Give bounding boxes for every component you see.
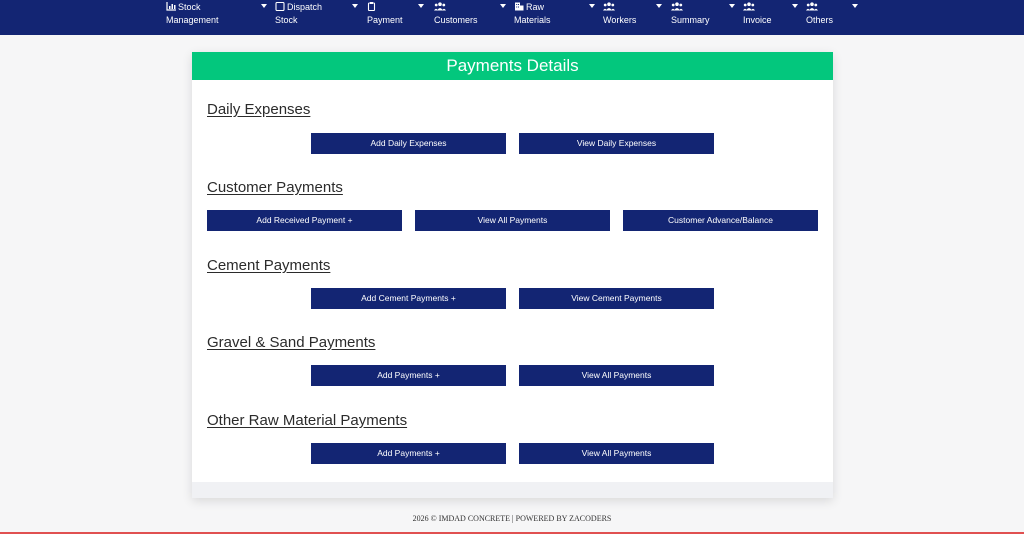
chevron-down-icon[interactable] bbox=[500, 4, 506, 8]
view-daily-expenses-button[interactable]: View Daily Expenses bbox=[519, 133, 714, 154]
add-daily-expenses-button[interactable]: Add Daily Expenses bbox=[311, 133, 506, 154]
payments-details-card: Payments Details Daily Expenses Add Dail… bbox=[192, 52, 833, 498]
add-received-payment-button[interactable]: Add Received Payment + bbox=[207, 210, 402, 231]
chevron-down-icon[interactable] bbox=[729, 4, 735, 8]
top-navbar: Stock Management Dispatch Stock Payment … bbox=[0, 0, 1024, 35]
section-title-customer-payments: Customer Payments bbox=[207, 179, 343, 196]
chevron-down-icon[interactable] bbox=[852, 4, 858, 8]
nav-label-line2: Workers bbox=[603, 15, 637, 25]
users-icon bbox=[671, 2, 683, 11]
chevron-down-icon[interactable] bbox=[792, 4, 798, 8]
card-footer-strip bbox=[192, 482, 833, 498]
section-title-other-raw-material-payments: Other Raw Material Payments bbox=[207, 412, 408, 429]
nav-label-line2: Materials bbox=[514, 15, 551, 25]
view-all-customer-payments-button[interactable]: View All Payments bbox=[415, 210, 610, 231]
nav-label-line2: Invoice bbox=[743, 15, 772, 25]
users-icon bbox=[434, 2, 446, 11]
nav-label-line2: Stock bbox=[275, 15, 298, 25]
nav-label-line1: Raw bbox=[526, 2, 545, 12]
nav-label-line2: Customers bbox=[434, 15, 478, 25]
checkbox-icon bbox=[275, 2, 285, 11]
nav-label-line1: Dispatch bbox=[287, 2, 323, 12]
nav-label-line2: Payment bbox=[367, 15, 403, 25]
section-title-gravel-sand-payments: Gravel & Sand Payments bbox=[207, 334, 376, 351]
chevron-down-icon[interactable] bbox=[418, 4, 424, 8]
view-other-raw-material-payments-button[interactable]: View All Payments bbox=[519, 443, 714, 464]
nav-label-line1: Stock bbox=[178, 2, 201, 12]
customer-advance-balance-button[interactable]: Customer Advance/Balance bbox=[623, 210, 818, 231]
card-title: Payments Details bbox=[192, 52, 833, 80]
section-title-daily-expenses: Daily Expenses bbox=[207, 101, 311, 118]
chevron-down-icon[interactable] bbox=[352, 4, 358, 8]
nav-label-line2: Management bbox=[166, 15, 219, 25]
nav-label-line2: Others bbox=[806, 15, 834, 25]
add-cement-payments-button[interactable]: Add Cement Payments + bbox=[311, 288, 506, 309]
building-icon bbox=[515, 2, 524, 11]
section-title-cement-payments: Cement Payments bbox=[207, 257, 331, 274]
chevron-down-icon[interactable] bbox=[656, 4, 662, 8]
clipboard-icon bbox=[367, 2, 376, 11]
chart-icon bbox=[166, 2, 176, 11]
add-gravel-sand-payments-button[interactable]: Add Payments + bbox=[311, 365, 506, 386]
view-gravel-sand-payments-button[interactable]: View All Payments bbox=[519, 365, 714, 386]
chevron-down-icon[interactable] bbox=[261, 4, 267, 8]
chevron-down-icon[interactable] bbox=[589, 4, 595, 8]
add-other-raw-material-payments-button[interactable]: Add Payments + bbox=[311, 443, 506, 464]
users-icon bbox=[603, 2, 615, 11]
users-icon bbox=[743, 2, 755, 11]
users-icon bbox=[806, 2, 818, 11]
nav-label-line2: Summary bbox=[671, 15, 710, 25]
page-footer: 2026 © IMDAD CONCRETE | POWERED BY ZACOD… bbox=[412, 514, 612, 523]
view-cement-payments-button[interactable]: View Cement Payments bbox=[519, 288, 714, 309]
